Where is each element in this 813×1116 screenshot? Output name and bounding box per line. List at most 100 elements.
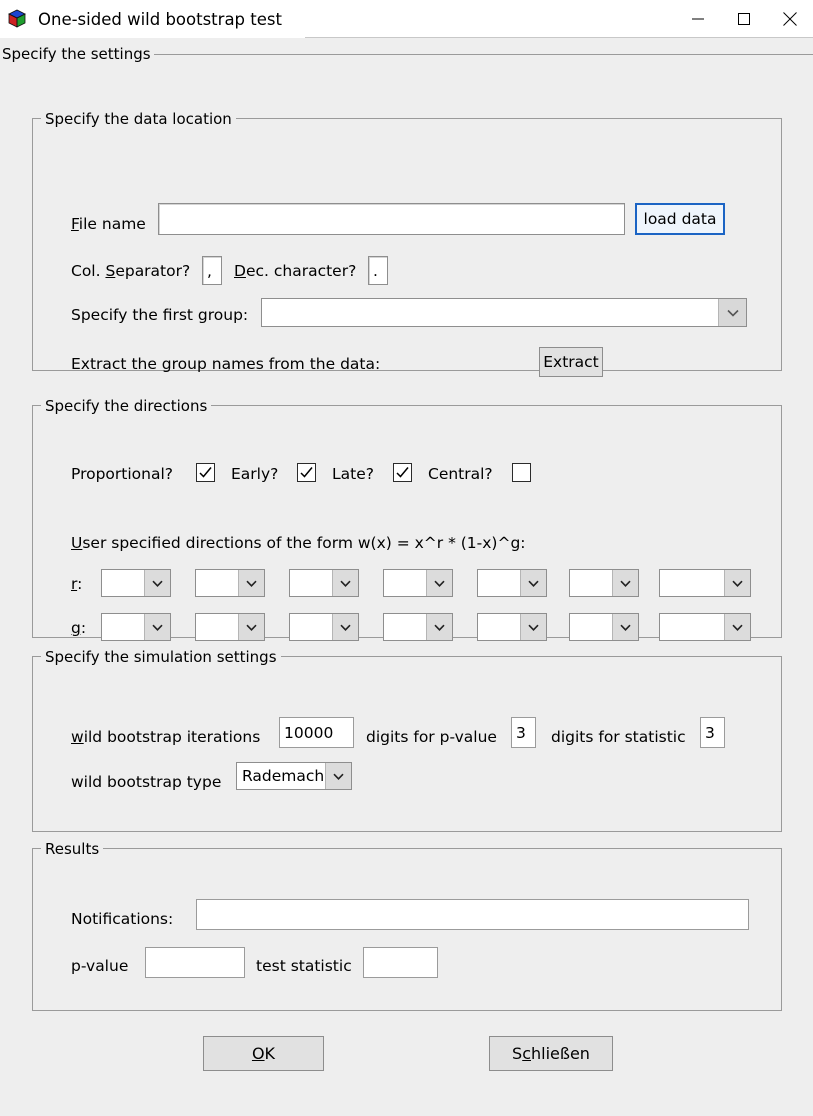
user-specified-directions-label: User specified directions of the form w(… bbox=[71, 534, 526, 552]
chevron-down-icon bbox=[325, 763, 351, 789]
maximize-button[interactable] bbox=[721, 0, 767, 38]
r-combo-7[interactable] bbox=[659, 569, 751, 597]
ok-button[interactable]: OK bbox=[203, 1036, 324, 1071]
user-specified-directions-text: ser specified directions of the form w(x… bbox=[82, 534, 526, 552]
results-group: Results Notifications: p-value test stat… bbox=[32, 840, 782, 1011]
results-legend: Results bbox=[41, 840, 104, 858]
r-combo-3-value bbox=[290, 570, 332, 596]
chevron-down-icon bbox=[238, 614, 264, 640]
r-combo-3[interactable] bbox=[289, 569, 359, 597]
digits-pvalue-input[interactable]: 3 bbox=[511, 717, 536, 748]
early-label: Early? bbox=[231, 465, 279, 483]
notifications-input[interactable] bbox=[196, 899, 749, 930]
chevron-down-icon bbox=[144, 614, 170, 640]
window-controls bbox=[675, 0, 813, 38]
chevron-down-icon bbox=[724, 570, 750, 596]
pvalue-output bbox=[145, 947, 245, 978]
late-checkbox[interactable] bbox=[393, 463, 412, 482]
dec-character-input[interactable]: . bbox=[368, 256, 388, 285]
file-name-label: File name bbox=[71, 215, 146, 233]
r-combo-5[interactable] bbox=[477, 569, 547, 597]
close-button-schliessen[interactable]: Schließen bbox=[489, 1036, 613, 1071]
chevron-down-icon bbox=[426, 570, 452, 596]
col-separator-input[interactable]: , bbox=[202, 256, 222, 285]
data-location-legend: Specify the data location bbox=[41, 110, 236, 128]
r-combo-4-value bbox=[384, 570, 426, 596]
g-combo-6[interactable] bbox=[569, 613, 639, 641]
r-combo-4[interactable] bbox=[383, 569, 453, 597]
simulation-group: Specify the simulation settings wild boo… bbox=[32, 648, 782, 832]
g-combo-3[interactable] bbox=[289, 613, 359, 641]
settings-panel-rule bbox=[153, 54, 813, 55]
r-combo-7-value bbox=[660, 570, 724, 596]
r-combo-6[interactable] bbox=[569, 569, 639, 597]
early-checkbox[interactable] bbox=[297, 463, 316, 482]
digits-statistic-input[interactable]: 3 bbox=[700, 717, 725, 748]
window-titlebar: One-sided wild bootstrap test bbox=[0, 0, 813, 38]
first-group-label: Specify the first group: bbox=[71, 306, 249, 324]
directions-legend: Specify the directions bbox=[41, 397, 212, 415]
r-combo-6-value bbox=[570, 570, 612, 596]
g-combo-3-value bbox=[290, 614, 332, 640]
col-separator-label: Col. Separator? bbox=[71, 262, 191, 280]
chevron-down-icon bbox=[718, 299, 746, 326]
digits-statistic-label: digits for statistic bbox=[551, 728, 686, 746]
digits-pvalue-label: digits for p-value bbox=[366, 728, 497, 746]
chevron-down-icon bbox=[612, 614, 638, 640]
window-title: One-sided wild bootstrap test bbox=[38, 9, 282, 29]
r-combo-2[interactable] bbox=[195, 569, 265, 597]
g-combo-2[interactable] bbox=[195, 613, 265, 641]
extract-button[interactable]: Extract bbox=[539, 347, 603, 377]
g-combo-4[interactable] bbox=[383, 613, 453, 641]
notifications-label: Notifications: bbox=[71, 910, 174, 928]
directions-group: Specify the directions Proportional? Ear… bbox=[32, 397, 782, 641]
settings-panel: Specify the settings Specify the data lo… bbox=[0, 45, 813, 1116]
bootstrap-type-label: wild bootstrap type bbox=[71, 773, 222, 791]
file-name-input[interactable] bbox=[158, 203, 625, 235]
g-combo-4-value bbox=[384, 614, 426, 640]
chevron-down-icon bbox=[612, 570, 638, 596]
chevron-down-icon bbox=[724, 614, 750, 640]
iterations-label: wild bootstrap iterations bbox=[71, 728, 261, 746]
close-button[interactable] bbox=[767, 0, 813, 38]
simulation-legend: Specify the simulation settings bbox=[41, 648, 281, 666]
statistic-label: test statistic bbox=[256, 957, 352, 975]
iterations-input[interactable]: 10000 bbox=[279, 717, 354, 748]
ok-button-label: OK bbox=[251, 1044, 276, 1063]
data-location-group: Specify the data location File name load… bbox=[32, 110, 782, 377]
central-checkbox[interactable] bbox=[512, 463, 531, 482]
r-row-label: r: bbox=[71, 575, 83, 593]
chevron-down-icon bbox=[520, 570, 546, 596]
bootstrap-type-combo-value: Rademacher bbox=[237, 763, 325, 789]
load-data-button[interactable]: load data bbox=[635, 203, 725, 235]
proportional-label: Proportional? bbox=[71, 465, 174, 483]
close-button-label: Schließen bbox=[512, 1044, 590, 1063]
statistic-output bbox=[363, 947, 438, 978]
proportional-checkbox[interactable] bbox=[196, 463, 215, 482]
g-combo-5[interactable] bbox=[477, 613, 547, 641]
minimize-button[interactable] bbox=[675, 0, 721, 38]
chevron-down-icon bbox=[332, 614, 358, 640]
r-combo-1[interactable] bbox=[101, 569, 171, 597]
r-combo-2-value bbox=[196, 570, 238, 596]
bootstrap-type-combo[interactable]: Rademacher bbox=[236, 762, 352, 790]
first-group-combo-value bbox=[262, 299, 718, 326]
g-row-label: g: bbox=[71, 619, 87, 637]
g-combo-2-value bbox=[196, 614, 238, 640]
g-combo-6-value bbox=[570, 614, 612, 640]
chevron-down-icon bbox=[426, 614, 452, 640]
g-combo-1[interactable] bbox=[101, 613, 171, 641]
first-group-combo[interactable] bbox=[261, 298, 747, 327]
late-label: Late? bbox=[332, 465, 374, 483]
central-label: Central? bbox=[428, 465, 493, 483]
chevron-down-icon bbox=[144, 570, 170, 596]
titlebar-divider bbox=[305, 37, 813, 38]
r-combo-1-value bbox=[102, 570, 144, 596]
extract-description-label: Extract the group names from the data: bbox=[71, 355, 381, 373]
settings-panel-legend: Specify the settings bbox=[2, 45, 154, 63]
g-combo-7[interactable] bbox=[659, 613, 751, 641]
chevron-down-icon bbox=[238, 570, 264, 596]
dec-character-label: Dec. character? bbox=[234, 262, 357, 280]
matlab-cube-icon bbox=[6, 8, 28, 30]
g-combo-1-value bbox=[102, 614, 144, 640]
